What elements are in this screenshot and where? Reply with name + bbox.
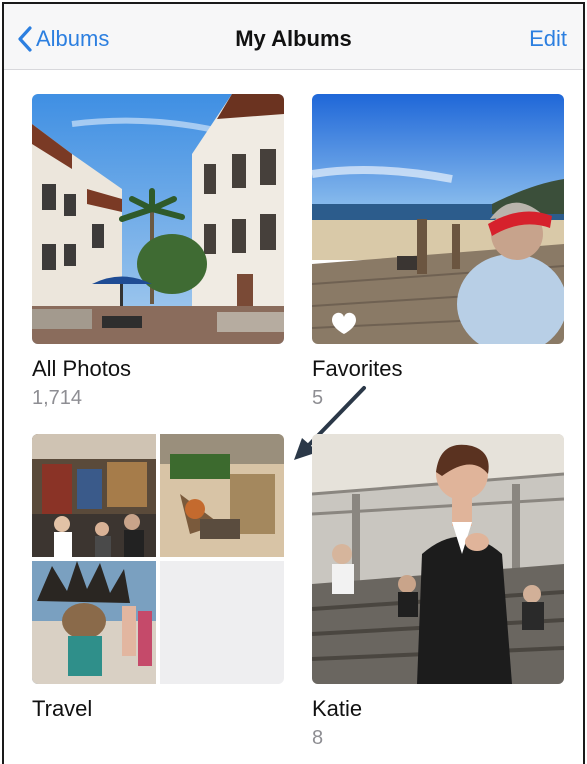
album-count: 1,714 [32,387,83,409]
album-thumbnail [32,94,284,344]
empty-mosaic-tile [160,561,284,684]
outdoor-crafts-photo [160,434,284,557]
album-katie[interactable]: Katie 8 [312,434,564,750]
album-name: Favorites [312,356,403,381]
album-name: Katie [312,696,363,721]
shop-interior-photo [32,434,156,557]
arena-portrait-photo [312,434,564,684]
album-all-photos[interactable]: All Photos 1,714 [32,94,284,410]
album-travel[interactable]: Travel [32,434,284,750]
building-courtyard-photo [32,94,284,344]
album-name: Travel [32,696,93,721]
edit-button[interactable]: Edit [529,26,567,52]
navigation-bar: Albums My Albums Edit [4,4,583,70]
album-favorites[interactable]: Favorites 5 [312,94,564,410]
album-mosaic-thumbnail [32,434,284,684]
album-thumbnail [312,94,564,344]
album-thumbnail [312,434,564,684]
app-frame: Albums My Albums Edit All Photos 1,714 F… [2,2,585,764]
beach-photo [312,94,564,344]
album-name: All Photos [32,356,132,381]
page-title: My Albums [235,26,352,51]
album-count: 8 [312,727,324,749]
album-count [32,726,284,750]
costumed-performer-photo [32,561,156,684]
